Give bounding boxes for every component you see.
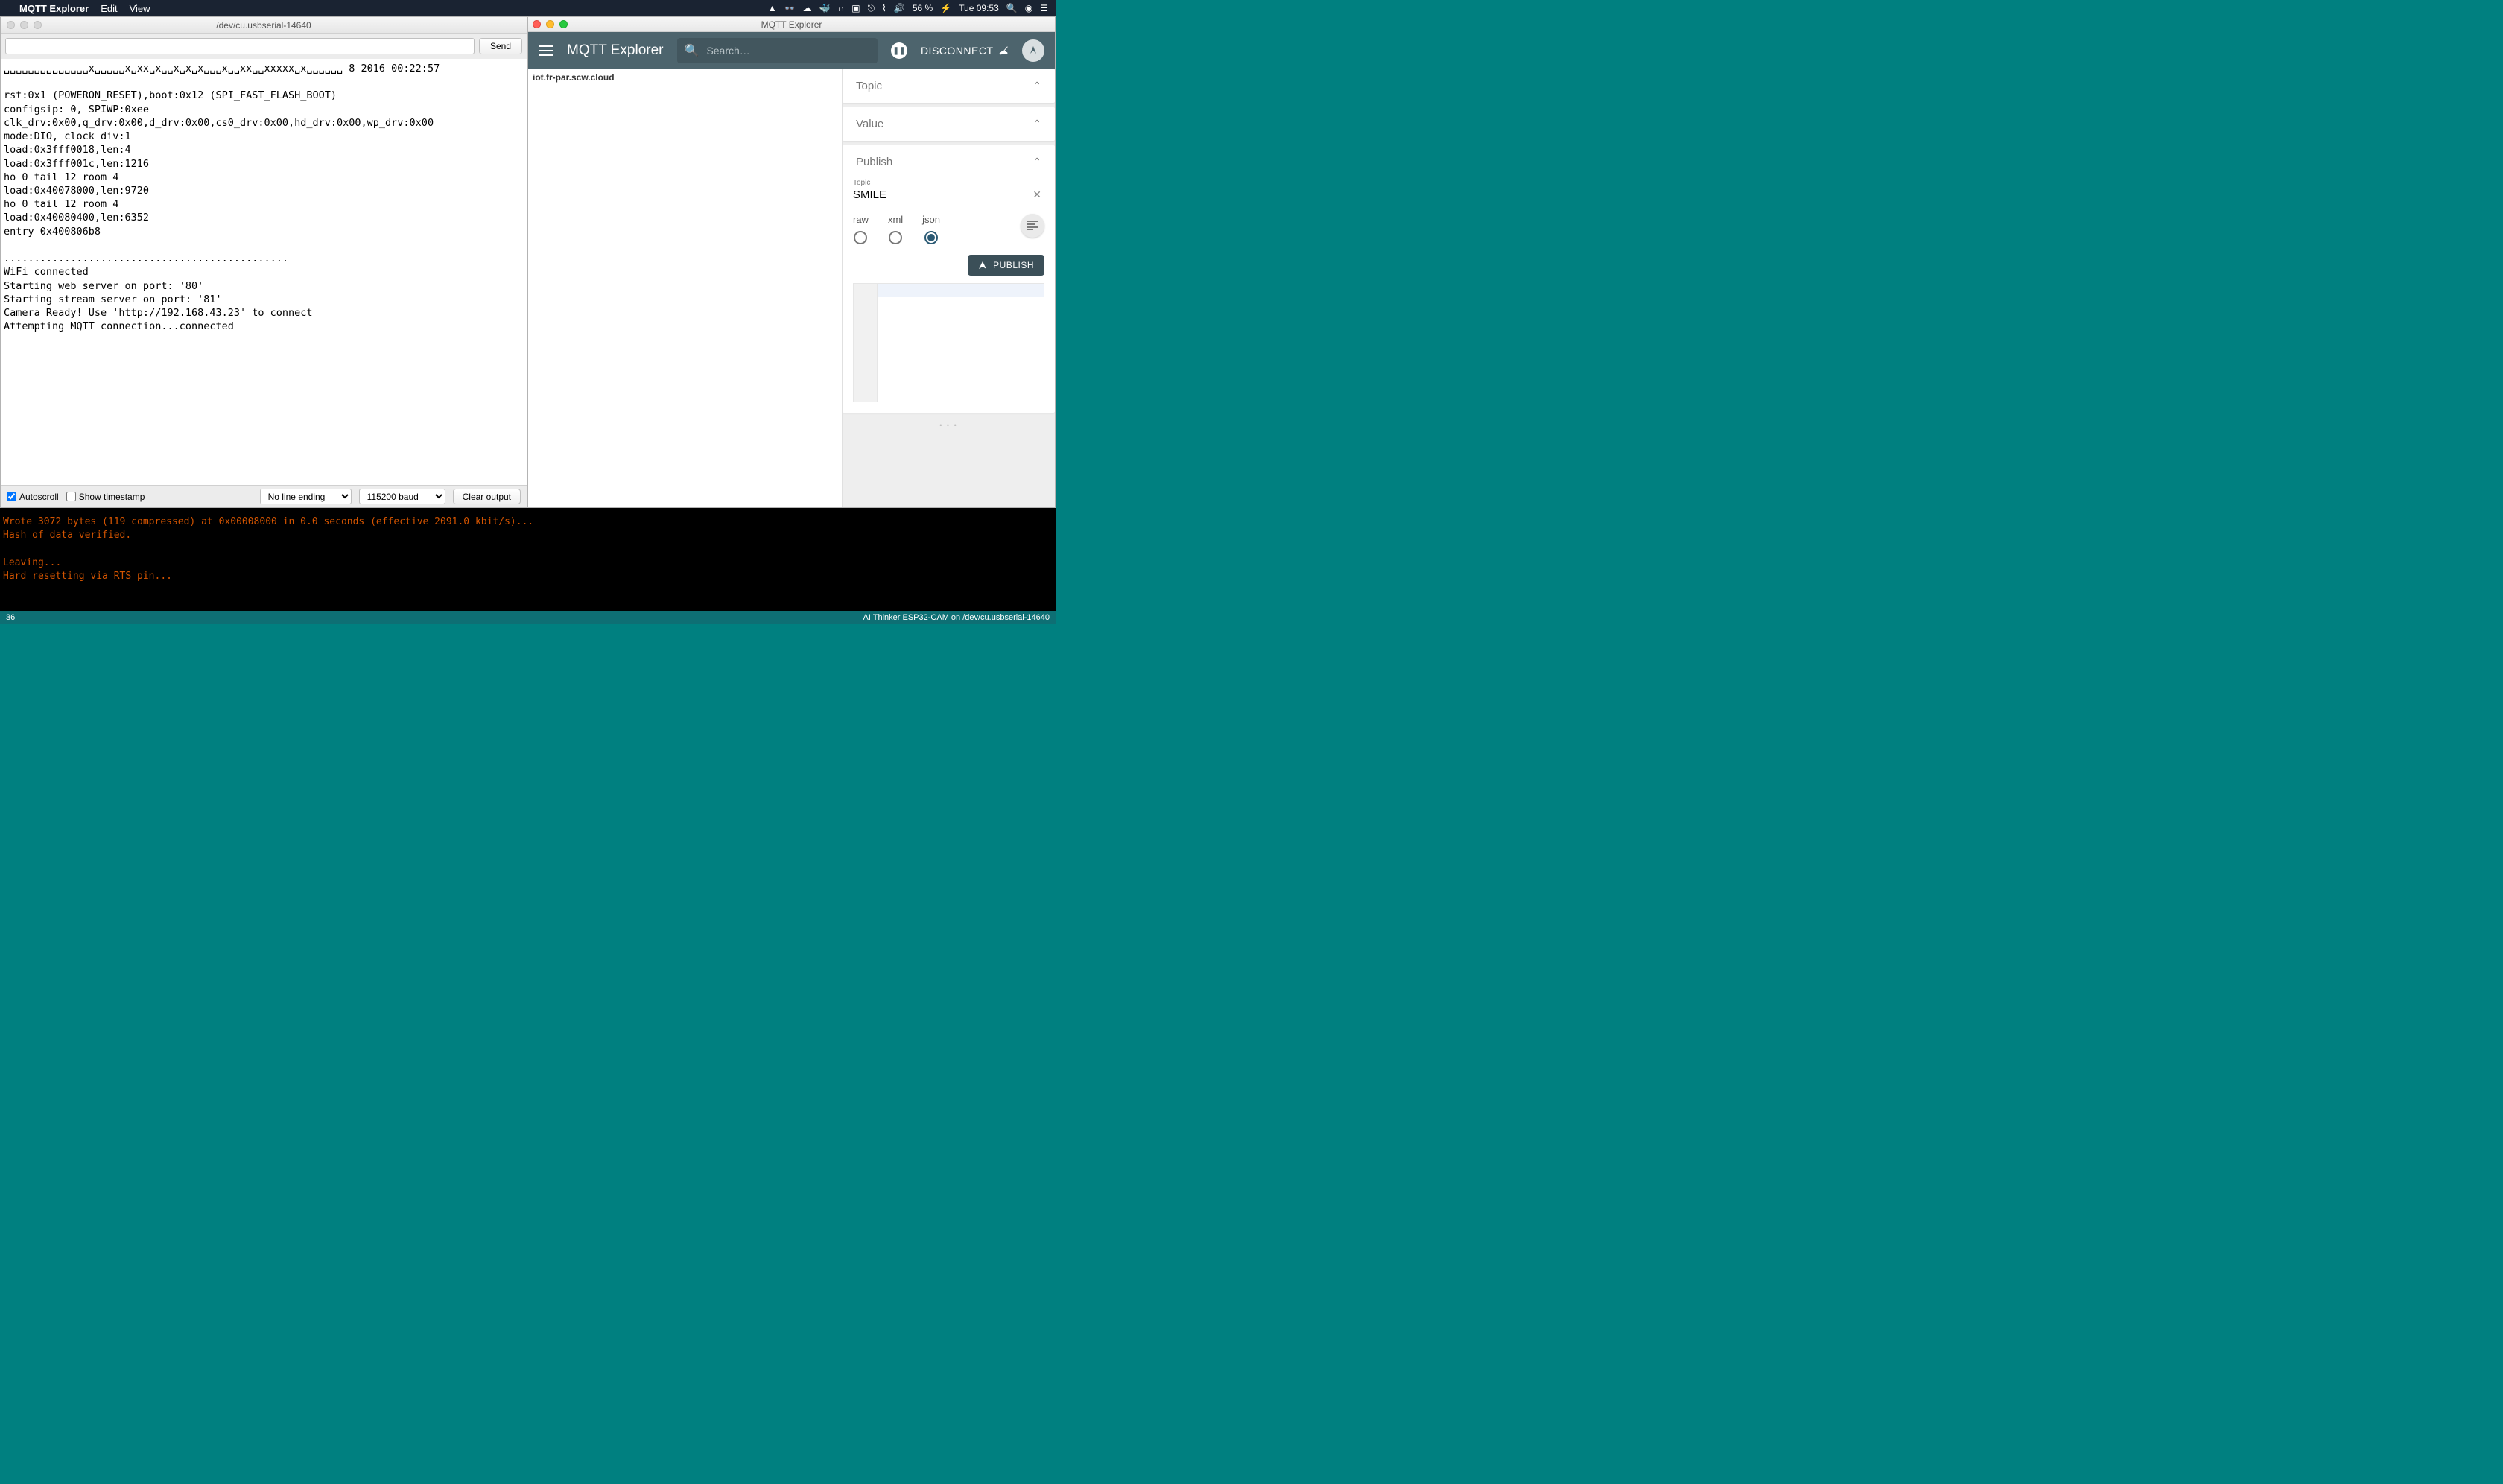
volume-icon[interactable]: 🔊	[894, 3, 905, 13]
app-title: MQTT Explorer	[567, 42, 664, 59]
mqtt-title-text: MQTT Explorer	[761, 19, 822, 30]
siri-icon[interactable]: ◉	[1025, 3, 1032, 13]
control-center-icon[interactable]: ☰	[1040, 3, 1048, 13]
format-align-button[interactable]	[1021, 214, 1044, 238]
serial-send-input[interactable]	[5, 38, 475, 54]
cloud-off-icon: ☁̸	[998, 45, 1009, 57]
serial-monitor-window: /dev/cu.usbserial-14640 Send ␣␣␣␣␣␣␣␣␣␣␣…	[0, 16, 527, 508]
bluetooth-icon[interactable]: ⎋	[868, 3, 875, 14]
send-icon	[978, 261, 987, 270]
status-bar: 36 AI Thinker ESP32-CAM on /dev/cu.usbse…	[0, 611, 1056, 624]
cloud-icon[interactable]: ☁	[803, 3, 812, 13]
topic-tree-panel[interactable]: iot.fr-par.scw.cloud	[528, 69, 843, 507]
serial-title-text: /dev/cu.usbserial-14640	[216, 20, 311, 31]
show-timestamp-checkbox[interactable]: Show timestamp	[66, 492, 145, 502]
chevron-up-icon: ⌃	[1032, 118, 1041, 130]
format-raw-radio[interactable]: raw	[853, 214, 869, 244]
autoscroll-checkbox[interactable]: Autoscroll	[7, 492, 59, 502]
status-right: AI Thinker ESP32-CAM on /dev/cu.usbseria…	[863, 613, 1050, 622]
clear-output-button[interactable]: Clear output	[453, 489, 521, 504]
menu-edit[interactable]: Edit	[101, 3, 117, 14]
topic-field-label: Topic	[853, 179, 1044, 187]
format-json-radio[interactable]: json	[922, 214, 940, 244]
minimize-icon[interactable]	[20, 21, 28, 29]
maximize-icon[interactable]	[559, 20, 568, 28]
minimize-icon[interactable]	[546, 20, 554, 28]
clock[interactable]: Tue 09:53	[959, 3, 999, 13]
detail-panel: Topic ⌃ Value ⌃ Publish ⌃ Topic	[843, 69, 1055, 507]
chevron-up-icon: ⌃	[1032, 80, 1041, 92]
mqtt-explorer-window: MQTT Explorer MQTT Explorer 🔍 ❚❚ DISCONN…	[527, 16, 1056, 508]
serial-titlebar: /dev/cu.usbserial-14640	[1, 17, 527, 34]
battery-icon[interactable]: ⚡	[940, 3, 951, 13]
line-ending-select[interactable]: No line ending	[260, 489, 352, 504]
mqtt-titlebar: MQTT Explorer	[528, 17, 1055, 32]
section-topic[interactable]: Topic ⌃	[843, 69, 1055, 103]
docker-icon[interactable]: 🐳	[819, 3, 831, 13]
search-box[interactable]: 🔍	[677, 38, 878, 63]
headphones-icon[interactable]: ∩	[838, 3, 845, 13]
search-icon: 🔍	[685, 43, 699, 58]
close-icon[interactable]	[7, 21, 15, 29]
search-input[interactable]	[706, 45, 870, 57]
menu-icon[interactable]	[539, 45, 553, 56]
menubar-app-name[interactable]: MQTT Explorer	[19, 3, 89, 14]
vlc-icon[interactable]: ▲	[768, 3, 777, 13]
maximize-icon[interactable]	[34, 21, 42, 29]
terminal-pane[interactable]: Wrote 3072 bytes (119 compressed) at 0x0…	[0, 508, 1056, 611]
spotlight-icon[interactable]: 🔍	[1006, 3, 1018, 13]
send-button[interactable]: Send	[479, 38, 522, 54]
publish-topic-input[interactable]	[853, 188, 1030, 201]
section-value[interactable]: Value ⌃	[843, 107, 1055, 141]
disconnect-button[interactable]: DISCONNECT ☁̸	[921, 45, 1009, 57]
editor-gutter	[854, 284, 878, 402]
publish-button[interactable]: PUBLISH	[968, 255, 1044, 276]
resize-handle[interactable]: • • •	[843, 417, 1055, 434]
battery-percent[interactable]: 56 %	[913, 3, 933, 13]
menu-view[interactable]: View	[130, 3, 150, 14]
window-traffic-lights[interactable]	[7, 21, 42, 29]
chevron-up-icon: ⌃	[1032, 156, 1041, 168]
baud-select[interactable]: 115200 baud	[359, 489, 445, 504]
section-publish[interactable]: Publish ⌃	[843, 145, 1055, 179]
clear-icon[interactable]: ✕	[1030, 188, 1044, 201]
square-icon[interactable]: ▣	[851, 3, 860, 13]
wifi-icon[interactable]: ⌇	[882, 3, 886, 13]
payload-editor[interactable]	[853, 283, 1044, 402]
pause-button[interactable]: ❚❚	[891, 42, 907, 59]
format-xml-radio[interactable]: xml	[888, 214, 903, 244]
close-icon[interactable]	[533, 20, 541, 28]
glasses-icon[interactable]: 👓	[784, 3, 796, 13]
mqtt-header: MQTT Explorer 🔍 ❚❚ DISCONNECT ☁̸	[528, 32, 1055, 69]
logo-icon[interactable]	[1022, 39, 1044, 62]
status-left: 36	[6, 613, 15, 622]
serial-output[interactable]: ␣␣␣␣␣␣␣␣␣␣␣␣␣␣x␣␣␣␣␣x␣xx␣x␣␣x␣x␣x␣␣␣x␣␣x…	[1, 59, 527, 485]
macos-menubar: MQTT Explorer Edit View ▲ 👓 ☁ 🐳 ∩ ▣ ⎋ ⌇ …	[0, 0, 1056, 16]
tree-item-broker[interactable]: iot.fr-par.scw.cloud	[533, 72, 837, 83]
